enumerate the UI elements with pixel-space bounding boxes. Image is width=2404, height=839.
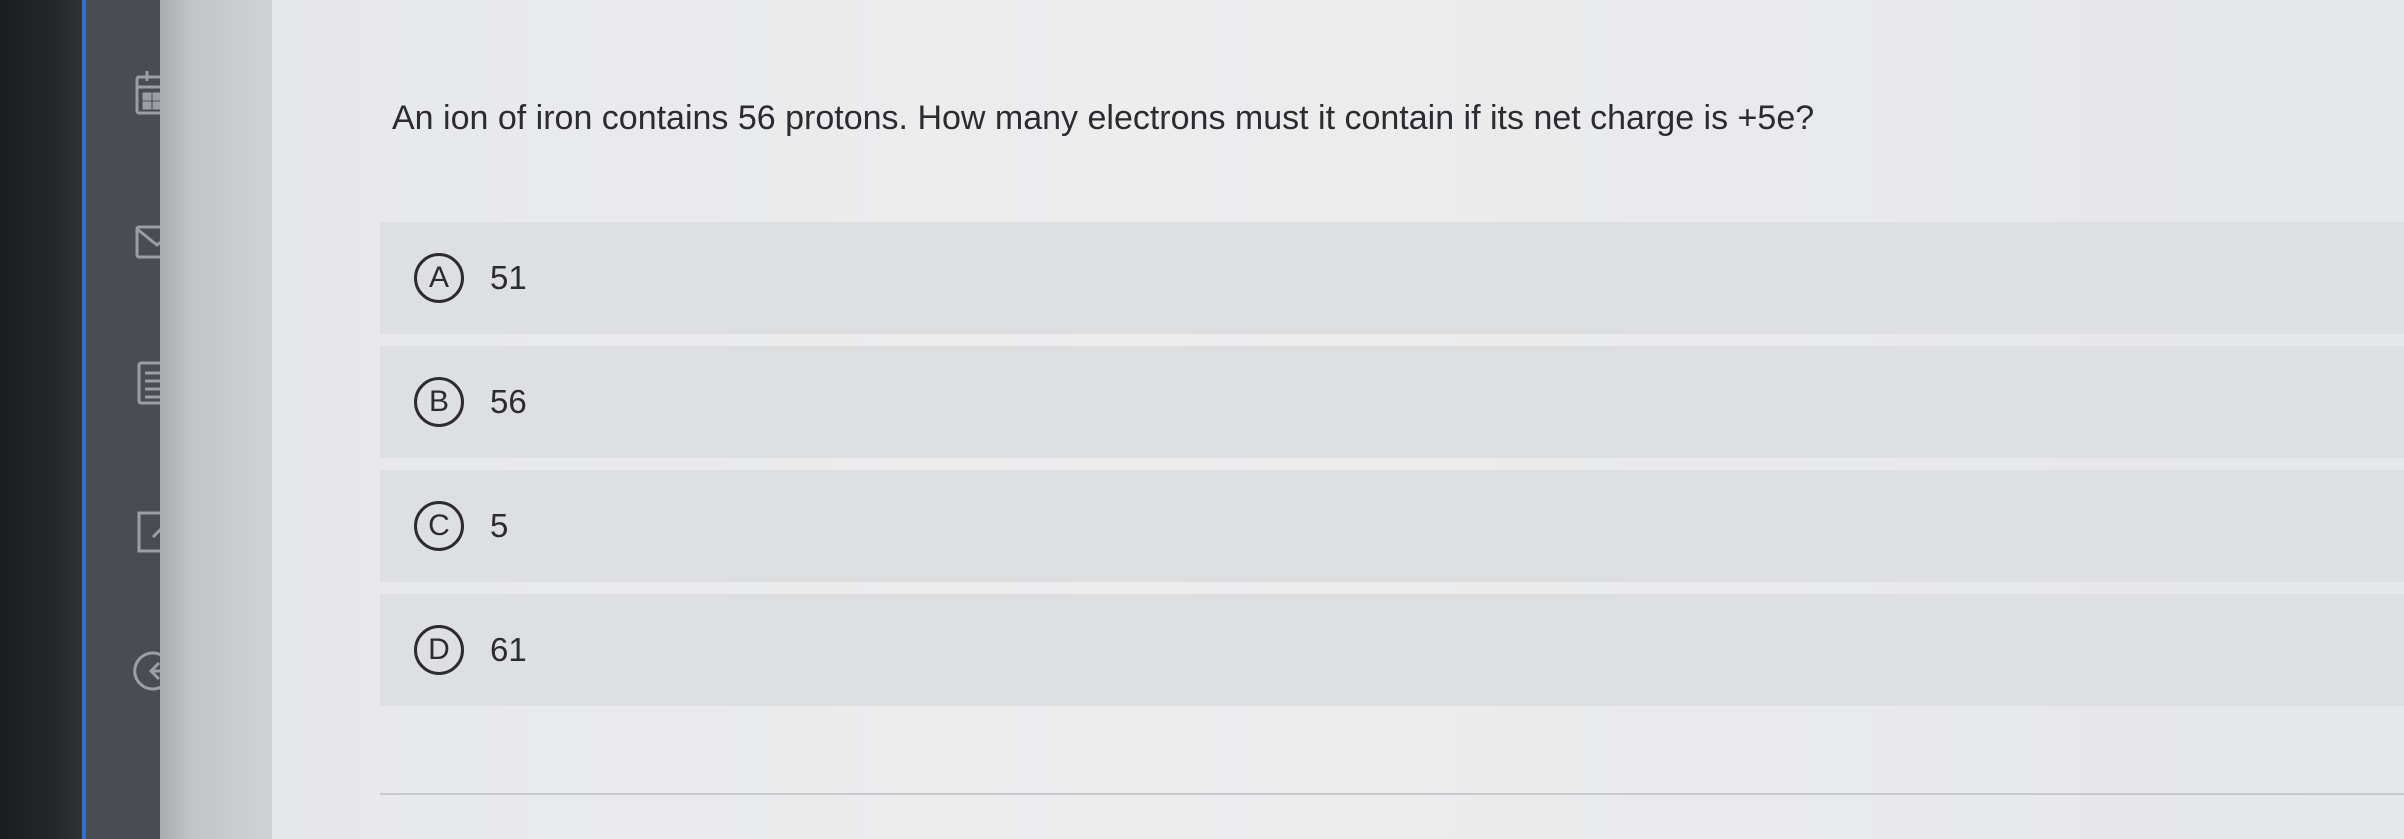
option-letter-badge: A <box>414 253 464 303</box>
option-value: 51 <box>490 259 527 296</box>
screen-bezel <box>0 0 82 839</box>
option-value: 61 <box>490 631 527 668</box>
sidebar <box>82 0 179 839</box>
option-value: 5 <box>490 507 509 544</box>
answer-option-a[interactable]: A 51 <box>380 222 2404 334</box>
option-letter-badge: C <box>414 501 464 551</box>
option-value: 56 <box>490 383 527 420</box>
answer-option-c[interactable]: C 5 <box>380 470 2404 582</box>
divider <box>380 793 2404 795</box>
answer-option-d[interactable]: D 61 <box>380 594 2404 706</box>
question-text: An ion of iron contains 56 protons. How … <box>392 99 1815 137</box>
option-letter-badge: B <box>414 377 464 427</box>
answer-option-b[interactable]: B 56 <box>380 346 2404 458</box>
sidebar-gutter <box>160 0 272 839</box>
option-letter-badge: D <box>414 625 464 675</box>
